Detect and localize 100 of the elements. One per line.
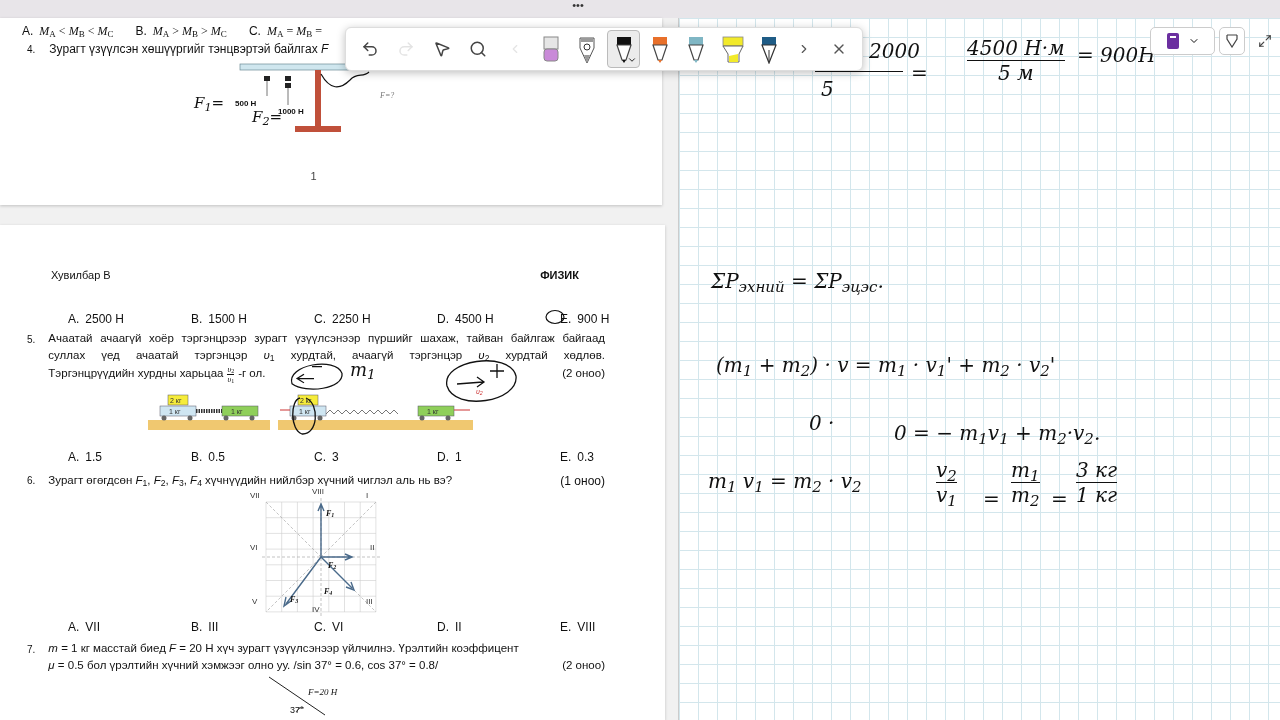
handwritten-note: 5 — [821, 76, 834, 103]
force-label: F$_{1}$ — [326, 507, 335, 520]
loaded-cart-drawing — [159, 394, 197, 420]
caret-icon — [626, 55, 637, 65]
option-letter: D. — [437, 448, 449, 466]
option-letter: C. — [248, 23, 261, 40]
direction-label: II — [370, 541, 375, 554]
pen-tool-button[interactable] — [607, 30, 640, 68]
direction-label: VIII — [312, 486, 324, 498]
question-text: Тэргэнцрүүдийн хурдны харьцаа — [48, 366, 224, 382]
handwritten-denominator: m$_{2}$ — [1011, 483, 1040, 507]
force-label: F$_{3}$ — [290, 593, 299, 606]
force-label: F=20 Н — [308, 685, 338, 699]
option-letter: B. — [191, 310, 203, 328]
option-text: 1500 Н — [208, 310, 248, 328]
handwritten-numerator: m$_{1}$ — [1011, 458, 1040, 482]
option-letter: E. — [560, 618, 572, 636]
direction-label: IV — [312, 603, 320, 616]
option-text: VII — [85, 618, 100, 636]
cart-drawing — [417, 405, 455, 420]
cart-drawing — [221, 405, 259, 420]
header-text: Хувилбар В — [51, 268, 111, 283]
fraction-numerator: υ$_{2}$ — [227, 364, 235, 374]
option-text: M$_{A}$ = M$_{B}$ = — [266, 23, 322, 40]
header-text: ФИЗИК — [540, 268, 579, 283]
option-letter: A. — [68, 310, 80, 328]
option-text: 4500 Н — [455, 310, 494, 328]
question-text: μ = 0.5 бол үрэлтийн хүчний хэмжээг олно уу. /sin 37° = 0.6, cos 37° = 0.8/ — [48, 657, 439, 673]
option-text: 0.3 — [577, 448, 595, 466]
direction-label: III — [366, 595, 373, 608]
handwritten-numerator: 3 кг — [1076, 458, 1118, 482]
option-text: 900 Н — [577, 310, 610, 328]
handwritten-note: = — [983, 486, 1000, 513]
handwritten-denominator: v$_{1}$ — [936, 483, 957, 507]
points-label: (2 оноо) — [562, 366, 605, 382]
direction-label: V — [252, 595, 258, 608]
force-label: 500 Н — [235, 98, 257, 110]
direction-label: VII — [250, 489, 260, 502]
option-text: VI — [332, 618, 344, 636]
option-letter: E. — [560, 448, 572, 466]
pen-icon — [1226, 34, 1238, 48]
question-number: 7. — [27, 642, 36, 657]
question-text: Ачаатай ачаагүй хоёр тэргэнцрээр зурагт үзүүлсэнээр пүршийг шахаж, тайван байлгаж байгаад — [48, 330, 605, 346]
question-number: 5. — [27, 332, 36, 347]
option-text: 1.5 — [85, 448, 103, 466]
handwritten-note: 0 · — [809, 410, 835, 437]
expand-icon — [1258, 34, 1272, 48]
handwritten-note: ΣP$_{эхний}$ = ΣP$_{эцэс}$. — [711, 268, 884, 296]
option-letter: D. — [437, 310, 449, 328]
handwritten-note: (m$_{1}$ + m$_{2}$) · v = m$_{1}$ · v$_{1}$' + m$_{2}$ · v$_{2}$' — [716, 352, 1056, 380]
force-label: F$_{4}$ — [324, 585, 333, 598]
handwritten-note: F$_{1}$= — [194, 93, 225, 115]
option-text: M$_{A}$ < M$_{B}$ < M$_{C}$ — [39, 23, 114, 40]
more-menu[interactable]: ••• — [572, 0, 584, 10]
option-text: II — [455, 618, 462, 636]
points-label: (2 оноо) — [562, 657, 605, 673]
direction-label: I — [366, 489, 369, 502]
force-label: 1000 Н — [278, 106, 304, 116]
option-text: 3 — [332, 448, 339, 466]
fraction-denominator: υ$_{1}$ — [227, 374, 235, 384]
option-letter: D. — [437, 618, 449, 636]
question-text: Зурагт өгөгдсөн F$_{1}$, F$_{2}$, F$_{3}$, F$_{4}$ хүчнүүдийн нийлбэр хүчний чиглэл аль нь вэ? — [48, 472, 454, 489]
force-label: F=? — [380, 90, 395, 102]
option-text: III — [208, 618, 219, 636]
question-text: -г ол. — [238, 366, 266, 382]
option-letter: A. — [68, 618, 80, 636]
loaded-cart-drawing — [289, 394, 327, 420]
pen-settings-button[interactable] — [1219, 27, 1245, 55]
option-text: VIII — [577, 618, 596, 636]
expand-button[interactable] — [1256, 32, 1274, 50]
option-text: 0.5 — [208, 448, 226, 466]
handwritten-note: = — [1051, 486, 1068, 513]
option-letter: B. — [191, 618, 203, 636]
spring — [196, 408, 222, 413]
handwritten-denominator: 5 м — [998, 61, 1034, 85]
option-letter: C. — [314, 448, 326, 466]
points-label: (1 оноо) — [560, 472, 605, 490]
handwritten-numerator: 4500 Н·м — [967, 36, 1065, 60]
option-letter: C. — [314, 310, 326, 328]
question-number: 4. — [27, 43, 36, 57]
question-number: 6. — [27, 474, 36, 488]
option-text: 1 — [455, 448, 462, 466]
handwritten-note: m$_{1}$ v$_{1}$ = m$_{2}$ · v$_{2}$ — [708, 468, 862, 496]
option-letter: B. — [191, 448, 203, 466]
notebook-icon — [1165, 32, 1180, 50]
option-letter: C. — [314, 618, 326, 636]
angle-label: 37° — [290, 703, 304, 717]
question-text: Зурагт үзүүлсэн хөшүүргийг тэнцвэртэй байлгах F — [49, 41, 329, 58]
question-text: m = 1 кг масстай биед F = 20 Н хүч зурагт үзүүлсэнээр үйлчилнэ. Үрэлтийн коэффицент — [48, 640, 520, 656]
option-letter: A. — [22, 23, 34, 40]
handwritten-numerator: v$_{2}$ — [936, 458, 957, 482]
option-text: 2500 Н — [85, 310, 125, 328]
ink-circle-drawing — [292, 396, 316, 435]
page-number: 1 — [310, 169, 317, 184]
option-letter: A. — [68, 448, 80, 466]
option-text: M$_{A}$ > M$_{B}$ > M$_{C}$ — [152, 23, 227, 40]
direction-label: VI — [250, 541, 258, 554]
handwritten-denominator: 1 кг — [1076, 483, 1118, 507]
handwritten-note: 0 = − m$_{1}$v$_{1}$ + m$_{2}$·v$_{2}$. — [894, 420, 1101, 448]
option-letter: B. — [135, 23, 147, 40]
